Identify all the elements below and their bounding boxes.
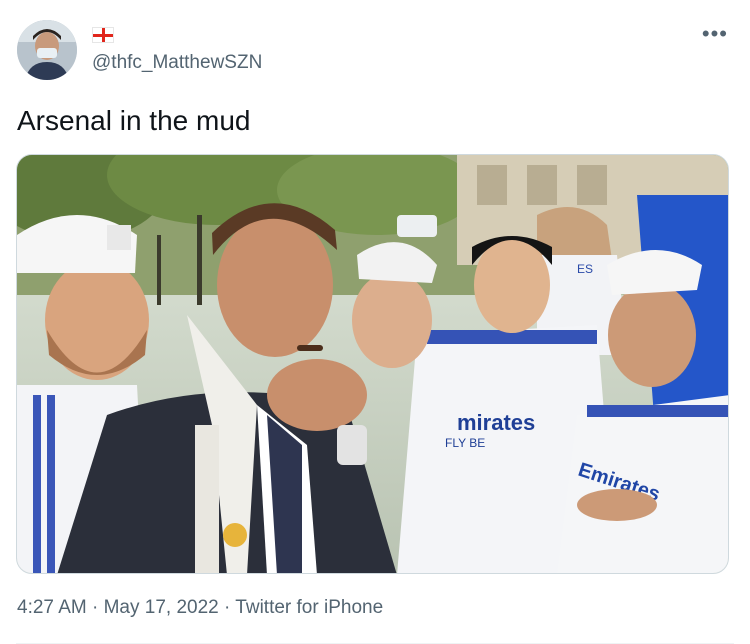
separator: · <box>218 597 236 618</box>
photo-image: ES mirates FLY BE Emirates <box>17 155 728 573</box>
tweet-text: Arsenal in the mud <box>17 105 251 136</box>
avatar[interactable] <box>17 20 77 80</box>
more-options-icon[interactable]: ••• <box>702 23 728 45</box>
avatar-image <box>17 20 77 80</box>
tweet-source[interactable]: Twitter for iPhone <box>235 597 383 618</box>
shirt-text-1: mirates <box>457 410 535 435</box>
shirt-text-2: FLY BE <box>445 436 485 450</box>
cap-text: ES <box>577 262 593 276</box>
tweet-meta: 4:27 AM · May 17, 2022 · Twitter for iPh… <box>17 597 383 619</box>
tweet-time[interactable]: 4:27 AM <box>17 597 87 618</box>
england-flag-icon <box>92 27 114 43</box>
tweet-photo[interactable]: ES mirates FLY BE Emirates <box>16 154 729 574</box>
tweet-date[interactable]: May 17, 2022 <box>104 597 219 618</box>
separator: · <box>86 597 104 618</box>
tweet: @thfc_MatthewSZN ••• Arsenal in the mud <box>0 0 750 644</box>
author-handle[interactable]: @thfc_MatthewSZN <box>92 52 262 74</box>
